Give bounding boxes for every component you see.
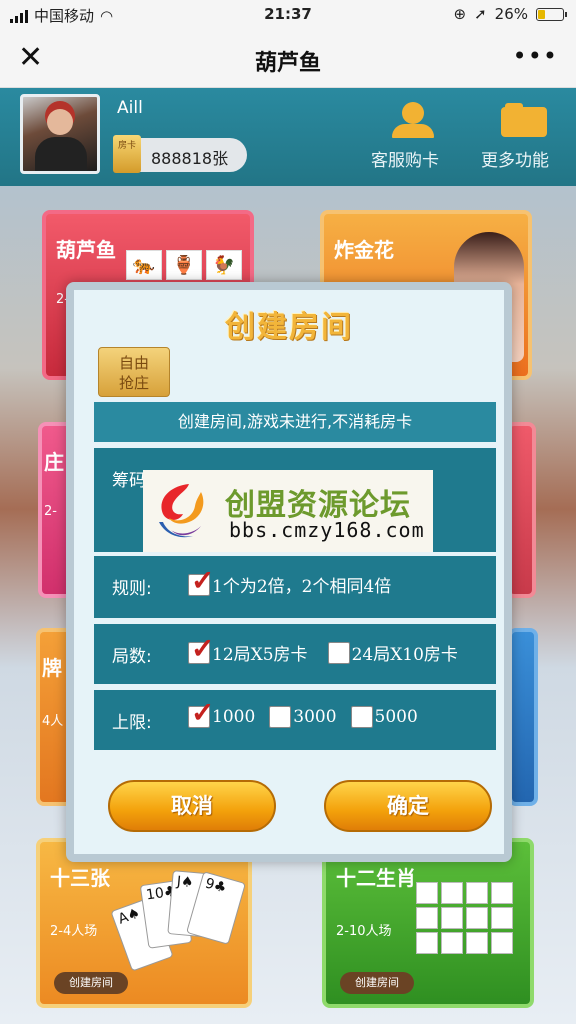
zodiac-tile	[466, 907, 488, 929]
rounds-label: 局数:	[112, 647, 152, 667]
game-card-shisanzhang[interactable]: 十三张 2-4人场 A♠ 10♣ J♠ 9♣ 创建房间	[36, 838, 252, 1008]
game-card-title: 十三张	[50, 866, 110, 890]
tab-free-banker-label: 自由 抢庄	[118, 354, 149, 392]
chips-label: 筹码	[112, 471, 146, 491]
more-features-label[interactable]: 更多功能	[481, 146, 549, 171]
rules-options: ✓ 1个为2倍，2个相同4倍	[188, 566, 392, 597]
zodiac-tile	[441, 932, 463, 954]
option-label: 3000	[293, 707, 337, 727]
game-card-title: 牌	[42, 656, 62, 680]
option-label: 1000	[212, 707, 256, 727]
room-card-count: 888818张	[151, 149, 229, 168]
battery-icon	[536, 7, 567, 21]
rotation-lock-icon: ⊕	[453, 5, 467, 23]
checkmark-icon: ✓	[191, 631, 215, 665]
battery-fill	[538, 9, 545, 19]
watermark: 创盟资源论坛 bbs.cmzy168.com	[143, 470, 433, 552]
playing-cards-image: A♠ 10♣ J♠ 9♣	[110, 862, 246, 982]
limit-option[interactable]: 3000	[269, 706, 337, 728]
rounds-option[interactable]: ✓ 12局X5房卡	[188, 634, 308, 665]
checkbox[interactable]: ✓	[188, 699, 214, 728]
rounds-option[interactable]: 24局X10房卡	[327, 640, 458, 665]
tiger-icon: 🐅	[126, 250, 162, 280]
zodiac-tile	[441, 907, 463, 929]
limit-label: 上限:	[112, 713, 152, 733]
checkbox[interactable]	[327, 641, 350, 664]
game-card-shengxiao[interactable]: 十二生肖 2-10人场 创建房间	[322, 838, 534, 1008]
checkbox[interactable]: ✓	[188, 634, 214, 664]
game-card-sub: 2-	[44, 504, 57, 519]
folder-icon[interactable]	[501, 103, 551, 143]
create-room-dialog: 创建房间 自由 抢庄 创建房间,游戏未进行,不消耗房卡 筹码 规则: ✓ 1个为…	[66, 282, 512, 862]
create-room-button[interactable]: 创建房间	[340, 972, 414, 994]
customer-service-icon[interactable]	[388, 100, 438, 140]
rooster-icon: 🐓	[206, 250, 242, 280]
zodiac-tile	[491, 932, 513, 954]
cancel-button[interactable]: 取消	[108, 780, 276, 832]
option-label: 24局X10房卡	[351, 645, 458, 665]
hulu-animal-icons: 🐅 🏺 🐓	[126, 250, 242, 280]
rules-row: 规则: ✓ 1个为2倍，2个相同4倍	[94, 556, 496, 618]
checkbox[interactable]	[350, 706, 373, 728]
nav-bar: ✕ 葫芦鱼 •••	[0, 30, 576, 88]
game-card-sub: 2-10人场	[336, 924, 392, 939]
option-label: 5000	[374, 707, 418, 727]
game-card-right3[interactable]	[508, 628, 538, 806]
zodiac-grid	[416, 882, 513, 954]
checkmark-icon: ✓	[191, 696, 215, 729]
game-card-title: 葫芦鱼	[56, 238, 116, 262]
zodiac-tile	[491, 907, 513, 929]
checkmark-icon: ✓	[191, 563, 215, 597]
rounds-options: ✓ 12局X5房卡 24局X10房卡	[188, 634, 458, 665]
game-card-title: 十二生肖	[336, 866, 416, 890]
create-room-button[interactable]: 创建房间	[54, 972, 128, 994]
rules-option[interactable]: ✓ 1个为2倍，2个相同4倍	[188, 566, 392, 597]
limit-options: ✓ 1000 3000 5000	[188, 699, 418, 728]
watermark-url: bbs.cmzy168.com	[229, 518, 425, 542]
more-dots-icon[interactable]: •••	[513, 42, 558, 70]
zodiac-tile	[416, 882, 438, 904]
avatar[interactable]	[20, 94, 100, 174]
zodiac-tile	[491, 882, 513, 904]
watermark-logo-icon	[159, 484, 204, 538]
zodiac-tile	[441, 882, 463, 904]
game-card-title: 炸金花	[334, 238, 394, 262]
zodiac-tile	[466, 932, 488, 954]
checkbox[interactable]	[269, 706, 292, 728]
zodiac-tile	[416, 907, 438, 929]
rounds-row: 局数: ✓ 12局X5房卡 24局X10房卡	[94, 624, 496, 684]
avatar-body	[35, 137, 87, 171]
status-bar: 中国移动 ◠ 21:37 ⊕ ➚ 26%	[0, 0, 576, 30]
location-icon: ➚	[474, 5, 487, 23]
checkbox[interactable]: ✓	[188, 566, 214, 596]
option-label: 12局X5房卡	[212, 645, 308, 665]
tab-free-banker[interactable]: 自由 抢庄	[98, 347, 170, 397]
zodiac-tile	[466, 882, 488, 904]
rules-label: 规则:	[112, 579, 152, 599]
zodiac-tile	[416, 932, 438, 954]
limit-row: 上限: ✓ 1000 3000 5000	[94, 690, 496, 750]
limit-option[interactable]: 5000	[350, 706, 418, 728]
game-card-sub: 4人	[42, 714, 64, 729]
limit-option[interactable]: ✓ 1000	[188, 699, 256, 728]
confirm-button[interactable]: 确定	[324, 780, 492, 832]
game-card-sub: 2-4人场	[50, 924, 98, 939]
customer-service-label[interactable]: 客服购卡	[371, 146, 439, 171]
dialog-notice: 创建房间,游戏未进行,不消耗房卡	[94, 402, 496, 442]
avatar-head	[47, 109, 73, 135]
battery-percent: 26%	[494, 5, 528, 23]
status-right: ⊕ ➚ 26%	[453, 5, 567, 23]
user-name: Aill	[117, 98, 143, 118]
gourd-icon: 🏺	[166, 250, 202, 280]
room-card-icon: 房卡	[113, 135, 141, 173]
game-card-title: 庄	[44, 450, 64, 474]
dialog-title: 创建房间	[225, 310, 353, 345]
option-label: 1个为2倍，2个相同4倍	[212, 577, 392, 597]
page-title: 葫芦鱼	[254, 51, 321, 76]
